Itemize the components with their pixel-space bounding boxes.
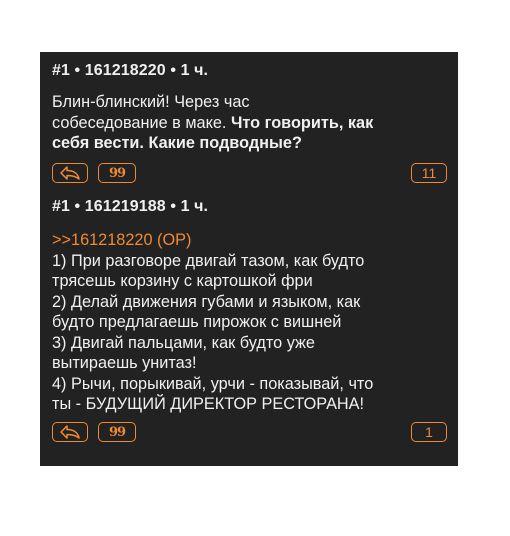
post-body-text: собеседование в маке. — [52, 113, 231, 132]
post-body-line: 3) Двигай пальцами, как будто уже — [52, 333, 315, 352]
post-body: >>161218220 (OP) 1) При разговоре двигай… — [52, 230, 448, 415]
quote-icon: 99 — [108, 424, 126, 440]
post-body-line: трясешь корзину с картошкой фри — [52, 272, 313, 290]
reply-icon — [60, 166, 80, 180]
quote-icon: 99 — [108, 165, 126, 181]
reply-count-badge[interactable]: 11 — [411, 163, 447, 183]
quote-button[interactable]: 99 — [98, 163, 136, 183]
post-header: #1 • 161218220 • 1 ч. — [52, 62, 209, 79]
reply-button[interactable] — [52, 163, 88, 183]
post-body-line: 4) Рычи, порыкивай, урчи - показывай, чт… — [52, 374, 374, 393]
post-body-line: вытираешь унитаз! — [52, 354, 197, 372]
post-body-line: себя вести. Какие подводные? — [52, 133, 448, 154]
quote-button[interactable]: 99 — [98, 422, 136, 442]
post-body-line: 1) При разговоре двигай тазом, как будто — [52, 251, 365, 270]
post-body-bold: Что говорить, как — [230, 113, 374, 132]
post-body-line: будто предлагаешь пирожок с вишней — [52, 313, 342, 331]
post-body-bold: себя вести. Какие подводные? — [52, 134, 302, 152]
post-header: #1 • 161219188 • 1 ч. — [52, 198, 209, 215]
post-body-line: Блин-блинский! Через час — [52, 93, 250, 111]
reply-button[interactable] — [52, 422, 88, 442]
post-body-line: 2) Делай движения губами и языком, как — [52, 292, 361, 311]
post-body-line: ты - БУДУЩИЙ ДИРЕКТОР РЕСТОРАНА! — [52, 395, 365, 413]
post-body-line: собеседование в маке. Что говорить, как — [52, 113, 448, 134]
reply-icon — [60, 425, 80, 439]
thread-panel: #1 • 161218220 • 1 ч. Блин-блинский! Чер… — [40, 52, 458, 466]
reply-link[interactable]: >>161218220 (OP) — [52, 230, 448, 251]
post-body: Блин-блинский! Через час собеседование в… — [52, 92, 448, 154]
reply-count-badge[interactable]: 1 — [411, 422, 447, 442]
